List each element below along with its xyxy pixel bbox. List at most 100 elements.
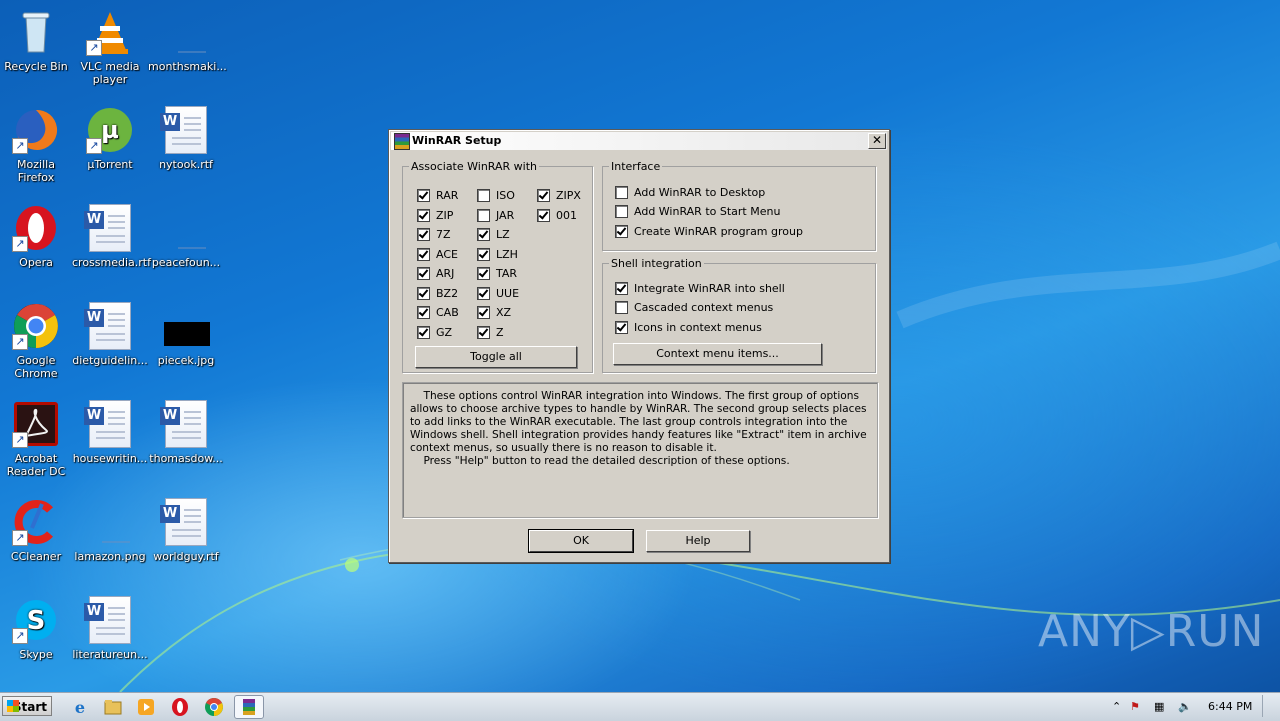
checkbox-7z[interactable]: 7Z (417, 228, 451, 242)
ok-button[interactable]: OK (528, 529, 634, 553)
checkbox-cascaded-menus[interactable]: Cascaded context menus (615, 301, 773, 315)
desktop-icon-nytook[interactable]: W nytook.rtf (148, 106, 224, 171)
checkbox-label: 001 (556, 209, 577, 222)
checkbox-zipx[interactable]: ZIPX (537, 189, 581, 203)
checkbox-box[interactable] (477, 209, 490, 222)
checkbox-ace[interactable]: ACE (417, 248, 458, 262)
desktop-icon-thomasdow[interactable]: W thomasdow... (148, 400, 224, 465)
explorer-icon[interactable] (103, 697, 123, 717)
desktop-icon-utorrent[interactable]: µ ↗ µTorrent (72, 106, 148, 171)
checkbox-box[interactable] (537, 189, 550, 202)
desktop-icon-housewritin[interactable]: W housewritin... (72, 400, 148, 465)
chrome-icon: ↗ (12, 302, 60, 350)
desktop-icon-vlc[interactable]: ↗ VLC media player (72, 8, 148, 86)
checkbox-jar[interactable]: JAR (477, 209, 514, 223)
checkbox-cab[interactable]: CAB (417, 306, 459, 320)
checkbox-box[interactable] (615, 301, 628, 314)
checkbox-box[interactable] (477, 189, 490, 202)
checkbox-xz[interactable]: XZ (477, 306, 511, 320)
checkbox-box[interactable] (417, 306, 430, 319)
checkbox-label: Icons in context menus (634, 321, 762, 334)
toggle-all-button[interactable]: Toggle all (415, 346, 577, 368)
checkbox-lzh[interactable]: LZH (477, 248, 518, 262)
checkbox-box[interactable] (477, 306, 490, 319)
checkbox-box[interactable] (417, 228, 430, 241)
dialog-titlebar[interactable]: WinRAR Setup ✕ (391, 132, 887, 150)
checkbox-bz2[interactable]: BZ2 (417, 287, 458, 301)
shortcut-arrow-icon: ↗ (12, 334, 28, 350)
checkbox-rar[interactable]: RAR (417, 189, 458, 203)
network-icon[interactable]: ▦ (1154, 700, 1164, 713)
desktop-icon-literatureun[interactable]: W literatureun... (72, 596, 148, 661)
checkbox-iso[interactable]: ISO (477, 189, 515, 203)
checkbox-box[interactable] (477, 228, 490, 241)
checkbox-001[interactable]: 001 (537, 209, 577, 223)
checkbox-label: ACE (436, 248, 458, 261)
desktop-icon-firefox[interactable]: ↗ Mozilla Firefox (0, 106, 74, 184)
checkbox-icons-in-menus[interactable]: Icons in context menus (615, 321, 762, 335)
checkbox-add-to-desktop[interactable]: Add WinRAR to Desktop (615, 186, 765, 200)
desktop-icon-monthsmaki[interactable]: monthsmaki... (148, 8, 227, 73)
checkbox-zip[interactable]: ZIP (417, 209, 453, 223)
checkbox-box[interactable] (417, 326, 430, 339)
checkbox-box[interactable] (615, 282, 628, 295)
checkbox-box[interactable] (417, 287, 430, 300)
show-desktop-button[interactable] (1262, 695, 1277, 717)
word-document-icon: W (160, 498, 210, 546)
desktop-icon-lamazon[interactable]: lamazon.png (72, 498, 148, 563)
checkbox-box[interactable] (615, 186, 628, 199)
checkbox-box[interactable] (477, 248, 490, 261)
checkbox-box[interactable] (615, 205, 628, 218)
show-hidden-icons-icon[interactable]: ⌃ (1112, 700, 1121, 713)
volume-icon[interactable]: 🔈 (1178, 700, 1192, 713)
clock[interactable]: 6:44 PM (1208, 700, 1252, 713)
checkbox-box[interactable] (615, 321, 628, 334)
checkbox-integrate-shell[interactable]: Integrate WinRAR into shell (615, 282, 785, 296)
desktop-icon-label: thomasdow... (149, 452, 223, 465)
start-button[interactable]: Start (2, 696, 52, 716)
checkbox-z[interactable]: Z (477, 326, 504, 340)
chrome-icon[interactable] (204, 697, 224, 717)
checkbox-box[interactable] (417, 267, 430, 280)
desktop-icon-peacefoun[interactable]: peacefoun... (148, 204, 224, 269)
shell-integration-group: Shell integration Integrate WinRAR into … (602, 257, 876, 373)
checkbox-box[interactable] (477, 267, 490, 280)
checkbox-box[interactable] (417, 248, 430, 261)
checkbox-arj[interactable]: ARJ (417, 267, 454, 281)
desktop-icon-opera[interactable]: ↗ Opera (0, 204, 74, 269)
desktop-icon-acrobat[interactable]: ↗ Acrobat Reader DC (0, 400, 74, 478)
checkbox-gz[interactable]: GZ (417, 326, 452, 340)
desktop-icon-crossmedia[interactable]: W crossmedia.rtf (72, 204, 151, 269)
context-menu-items-button[interactable]: Context menu items... (613, 343, 822, 365)
desktop-icon-recycle-bin[interactable]: Recycle Bin (0, 8, 74, 73)
close-button[interactable]: ✕ (868, 133, 886, 149)
help-button[interactable]: Help (646, 530, 750, 552)
internet-explorer-icon[interactable]: e (70, 697, 90, 717)
checkbox-tar[interactable]: TAR (477, 267, 517, 281)
checkbox-create-program-group[interactable]: Create WinRAR program group (615, 225, 803, 239)
desktop-icon-label: monthsmaki... (148, 60, 227, 73)
desktop-icon-chrome[interactable]: ↗ Google Chrome (0, 302, 74, 380)
winrar-icon[interactable] (234, 695, 264, 719)
checkbox-box[interactable] (615, 225, 628, 238)
desktop-icon-piecek[interactable]: piecek.jpg (148, 302, 224, 367)
image-icon (162, 302, 210, 350)
checkbox-uue[interactable]: UUE (477, 287, 519, 301)
action-center-icon[interactable]: ⚑ (1130, 700, 1140, 713)
checkbox-label: Cascaded context menus (634, 301, 774, 314)
checkbox-box[interactable] (417, 189, 430, 202)
desktop-icon-ccleaner[interactable]: ↗ CCleaner (0, 498, 74, 563)
checkbox-box[interactable] (537, 209, 550, 222)
desktop-icon-worldguy[interactable]: W worldguy.rtf (148, 498, 224, 563)
checkbox-box[interactable] (417, 209, 430, 222)
checkbox-box[interactable] (477, 326, 490, 339)
recycle-bin-icon (12, 8, 60, 56)
checkbox-box[interactable] (477, 287, 490, 300)
desktop-icon-dietguidelin[interactable]: W dietguidelin... (72, 302, 148, 367)
checkbox-lz[interactable]: LZ (477, 228, 510, 242)
media-player-icon[interactable] (136, 697, 156, 717)
image-icon (86, 498, 134, 546)
checkbox-add-to-start-menu[interactable]: Add WinRAR to Start Menu (615, 205, 780, 219)
opera-icon[interactable] (170, 697, 190, 717)
desktop-icon-skype[interactable]: S ↗ Skype (0, 596, 74, 661)
